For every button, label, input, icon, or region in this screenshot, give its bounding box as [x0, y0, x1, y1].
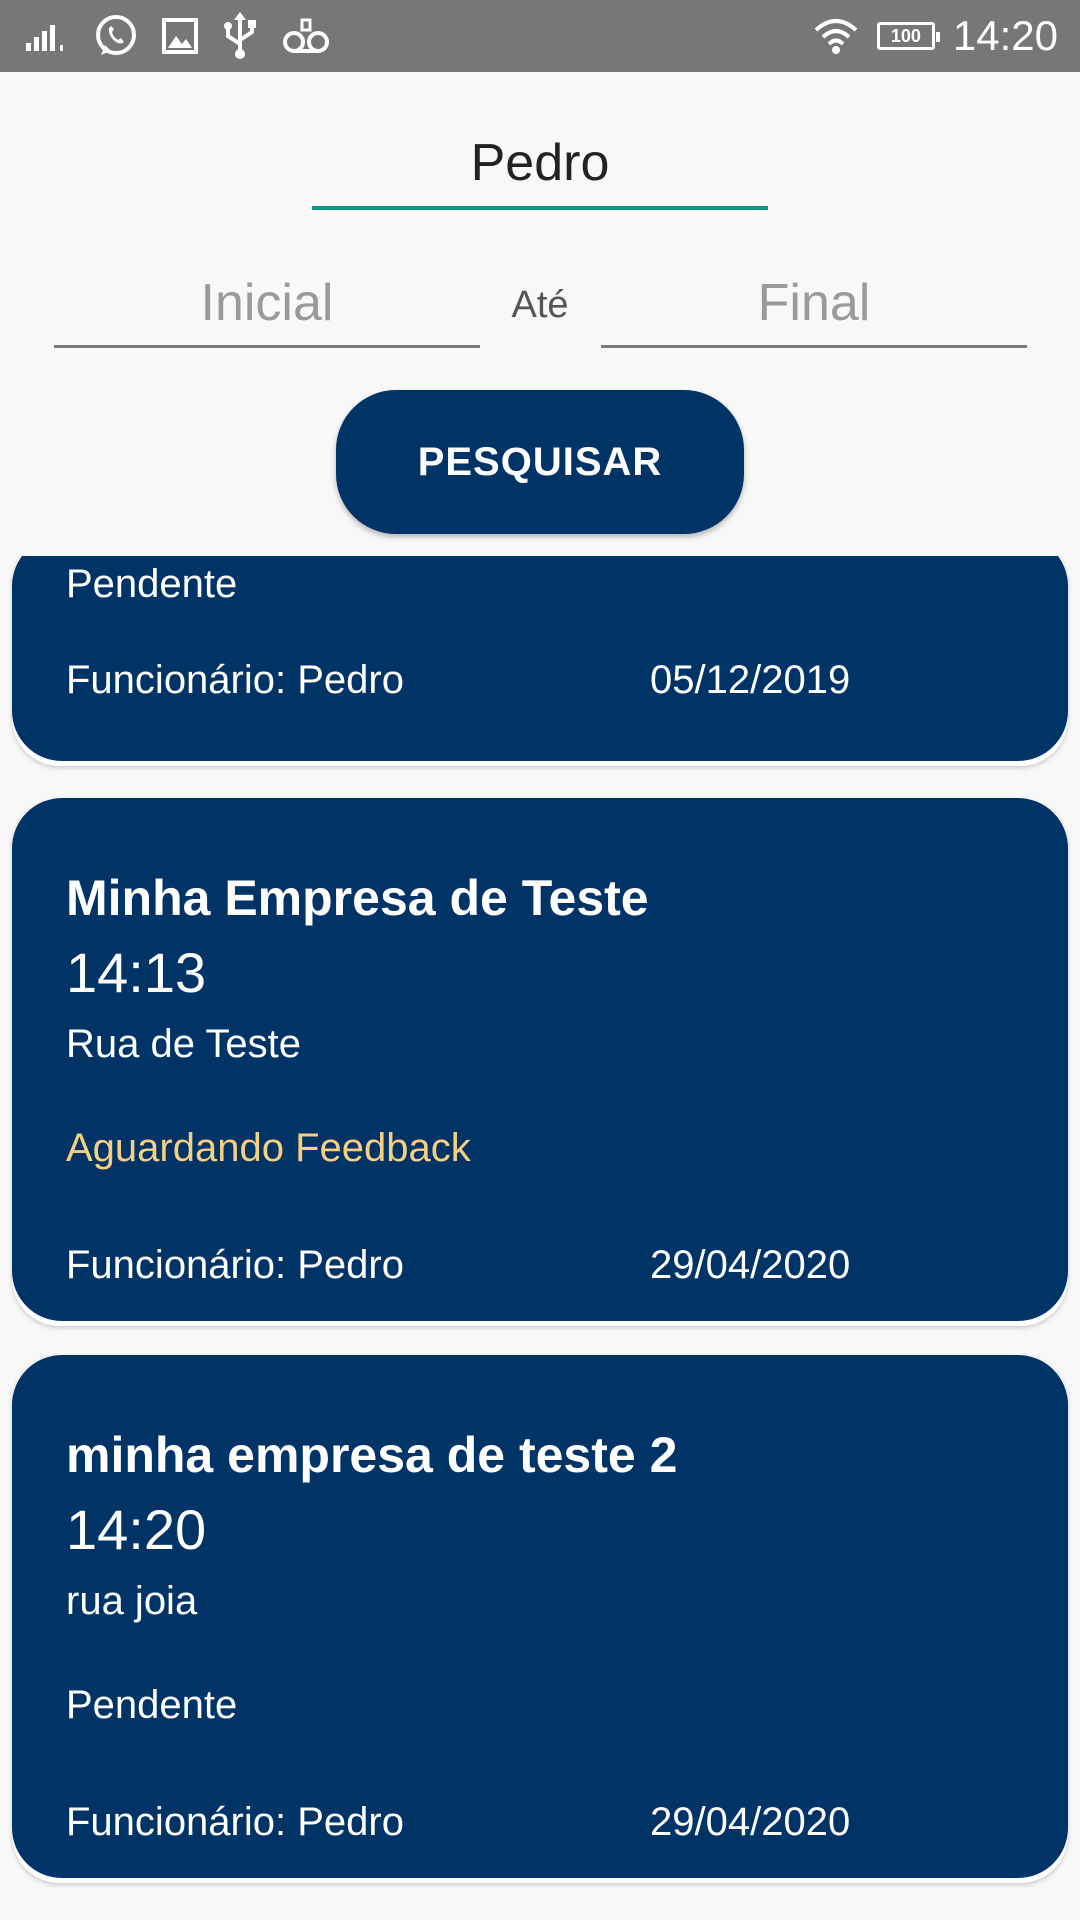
record-card-body: Pendente Funcionário: Pedro 05/12/2019 [12, 556, 1068, 761]
record-date: 05/12/2019 [650, 658, 851, 702]
record-employee: Funcionário: Pedro [66, 658, 404, 702]
record-employee: Funcionário: Pedro [66, 1243, 404, 1287]
record-status: Pendente [66, 562, 238, 606]
signal-icon [24, 19, 70, 53]
record-card-body: Minha Empresa de Teste 14:13 Rua de Test… [12, 798, 1068, 1321]
search-button[interactable]: PESQUISAR [336, 390, 744, 534]
record-time: 14:13 [66, 941, 207, 1004]
results-list[interactable]: Pendente Funcionário: Pedro 05/12/2019 M… [0, 556, 1080, 1920]
name-search-input[interactable]: Pedro [312, 120, 768, 210]
status-icons-right: 100 14:20 [813, 12, 1058, 60]
record-company: minha empresa de teste 2 [66, 1427, 678, 1483]
final-date-input[interactable]: Final [601, 262, 1027, 348]
voicemail-icon [282, 16, 330, 56]
initial-date-input[interactable]: Inicial [54, 262, 480, 348]
record-date: 29/04/2020 [650, 1800, 851, 1844]
record-date: 29/04/2020 [650, 1243, 851, 1287]
record-card-body: minha empresa de teste 2 14:20 rua joia … [12, 1355, 1068, 1878]
record-time: 14:20 [66, 1498, 207, 1561]
record-street: Rua de Teste [66, 1022, 301, 1066]
record-card[interactable]: minha empresa de teste 2 14:20 rua joia … [12, 1355, 1068, 1883]
usb-icon [220, 12, 260, 60]
battery-icon: 100 [876, 22, 940, 50]
status-icons-left [24, 12, 330, 60]
record-card[interactable]: Minha Empresa de Teste 14:13 Rua de Test… [12, 798, 1068, 1326]
status-bar: 100 14:20 [0, 0, 1080, 72]
gallery-icon [162, 18, 198, 54]
between-label: Até [511, 284, 569, 326]
record-status: Aguardando Feedback [66, 1126, 471, 1170]
record-status: Pendente [66, 1683, 238, 1727]
battery-level: 100 [890, 25, 921, 46]
record-card[interactable]: Pendente Funcionário: Pedro 05/12/2019 [12, 556, 1068, 766]
status-time: 14:20 [952, 12, 1058, 59]
whatsapp-icon [92, 12, 140, 60]
record-street: rua joia [66, 1579, 198, 1623]
record-company: Minha Empresa de Teste [66, 870, 649, 926]
wifi-icon [813, 16, 859, 56]
record-employee: Funcionário: Pedro [66, 1800, 404, 1844]
